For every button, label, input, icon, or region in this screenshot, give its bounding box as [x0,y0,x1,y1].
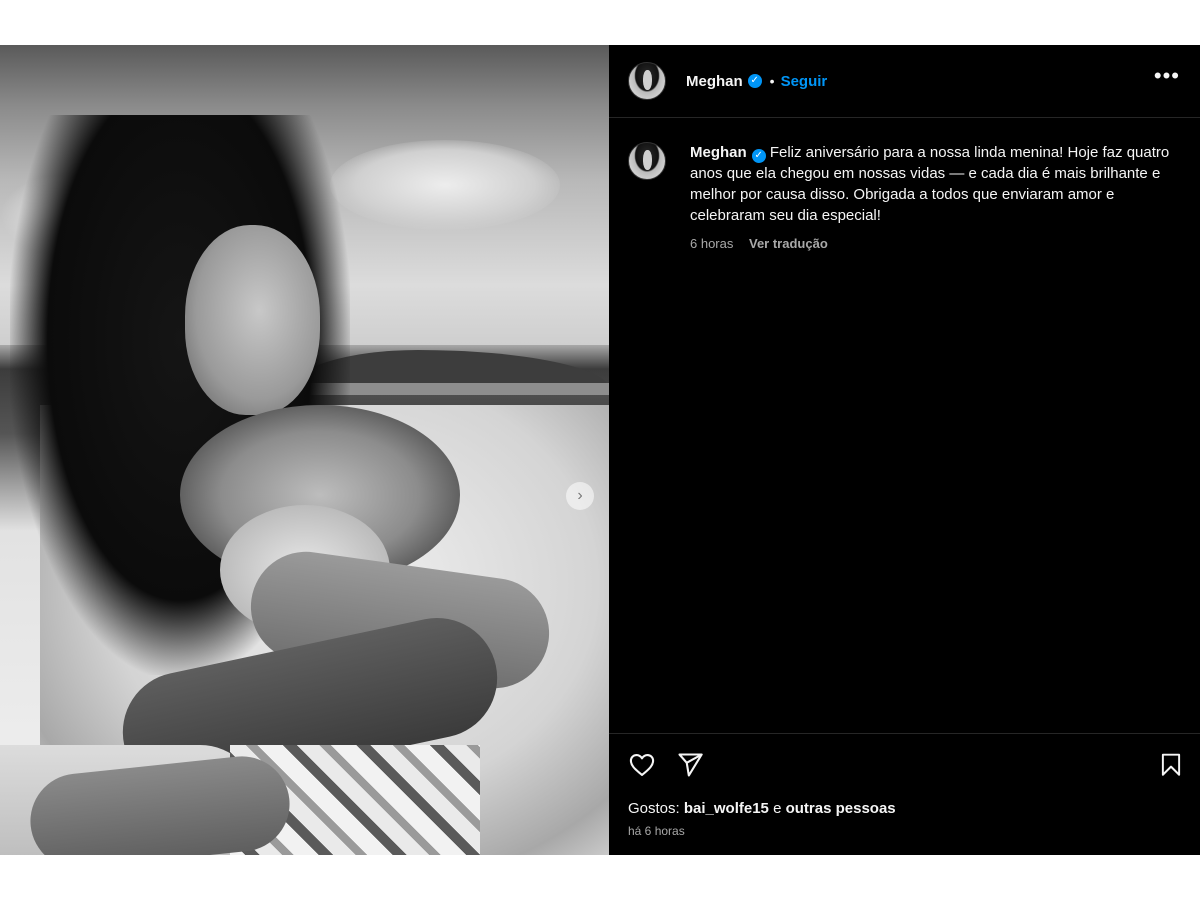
liked-by-user-link[interactable]: bai_wolfe15 [684,800,769,817]
likes-prefix: Gostos: [628,800,680,817]
post-caption: Meghan ✓ Feliz aniversário para a nossa l… [609,142,1200,251]
post-timestamp[interactable]: há 6 horas [628,824,685,838]
heart-icon[interactable] [628,751,656,779]
post-photo[interactable]: › [0,45,609,855]
caption-text-block: Meghan ✓ Feliz aniversário para a nossa l… [690,142,1190,226]
avatar[interactable] [628,62,666,100]
carousel-next-button[interactable]: › [566,482,594,510]
more-options-icon[interactable]: ••• [1154,65,1180,87]
username-link[interactable]: Meghan [686,73,743,90]
follow-button[interactable]: Seguir [781,73,828,90]
separator-dot: • [769,73,775,89]
likes-summary: Gostos: bai_wolfe15 e outras pessoas [628,800,896,817]
caption-username-link[interactable]: Meghan [690,144,747,161]
caption-meta: 6 horas Ver tradução [690,236,1190,251]
bookmark-icon[interactable] [1158,751,1184,779]
post-dialog: › Meghan ✓ • Seguir ••• Meghan ✓ Feliz an… [0,45,1200,855]
likes-connector: e [773,800,782,817]
see-translation-button[interactable]: Ver tradução [749,236,828,251]
post-header: Meghan ✓ • Seguir ••• [609,45,1200,118]
chevron-right-icon: › [577,487,583,504]
caption-timestamp[interactable]: 6 horas [690,236,733,251]
caption-avatar[interactable] [628,142,666,180]
verified-badge-icon: ✓ [751,149,766,163]
other-likers-link[interactable]: outras pessoas [786,800,896,817]
paper-plane-icon[interactable] [676,751,704,779]
post-actions: Gostos: bai_wolfe15 e outras pessoas há … [609,733,1200,856]
verified-badge-icon: ✓ [747,74,762,88]
post-side-panel: Meghan ✓ • Seguir ••• Meghan ✓ Feliz aniv… [609,45,1200,855]
